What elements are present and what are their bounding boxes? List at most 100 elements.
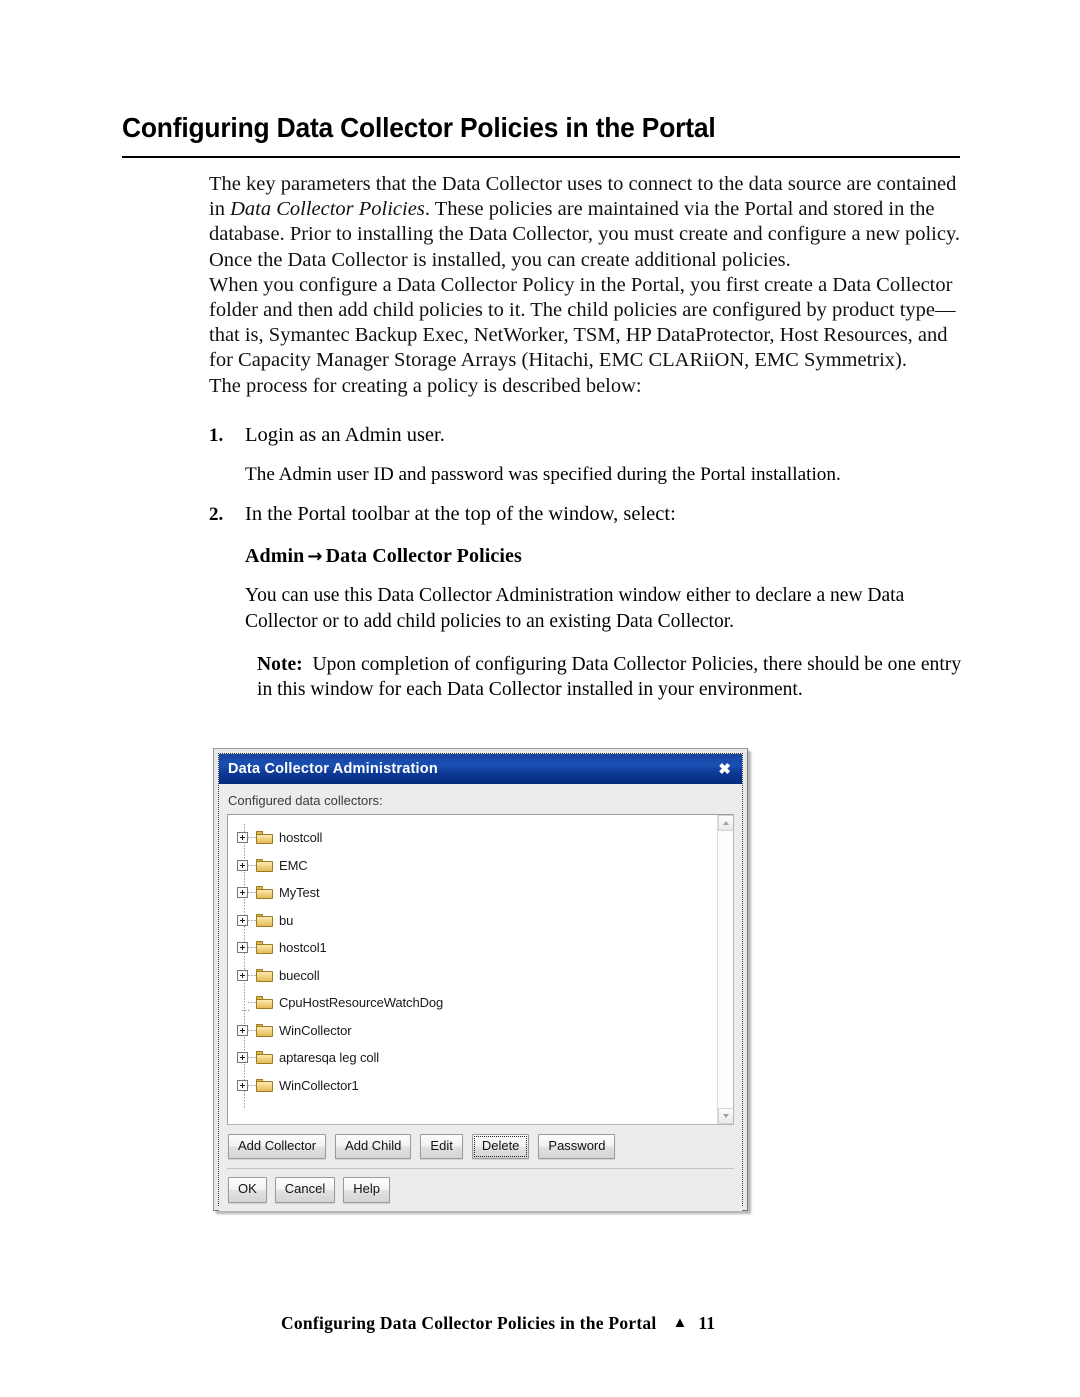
- tree-item[interactable]: bu: [237, 907, 717, 935]
- collector-actions-toolbar: Add Collector Add Child Edit Delete Pass…: [227, 1125, 734, 1160]
- password-button[interactable]: Password: [538, 1134, 616, 1160]
- folder-icon: [256, 996, 273, 1010]
- add-child-button[interactable]: Add Child: [335, 1134, 412, 1160]
- tree-item-label: WinCollector1: [279, 1077, 359, 1093]
- menu-path-second: Data Collector Policies: [325, 545, 522, 568]
- expand-toggle-icon[interactable]: [237, 1024, 248, 1036]
- menu-path-first: Admin: [245, 545, 305, 568]
- close-icon[interactable]: ✖: [714, 761, 735, 778]
- tree-item[interactable]: MyTest: [237, 879, 717, 907]
- folder-icon: [256, 913, 273, 927]
- collectors-tree-panel: hostcoll EMC MyTest bu hostcol1 buecoll …: [227, 814, 734, 1125]
- dialog-content: Configured data collectors: hostcoll EMC…: [219, 784, 742, 1211]
- dialog-titlebar: Data Collector Administration ✖: [219, 754, 742, 784]
- dialog-frame: Data Collector Administration ✖ Configur…: [218, 753, 743, 1211]
- step-text-1: Login as an Admin user.: [245, 423, 445, 446]
- data-collector-administration-dialog: Data Collector Administration ✖ Configur…: [213, 748, 748, 1211]
- configured-collectors-label: Configured data collectors:: [228, 793, 383, 808]
- folder-icon: [256, 1023, 273, 1037]
- expand-toggle-icon[interactable]: [237, 859, 248, 871]
- tree-item[interactable]: aptaresqa leg coll: [237, 1044, 717, 1072]
- step-item-2: 2. In the Portal toolbar at the top of t…: [209, 502, 969, 527]
- expand-toggle-icon[interactable]: [237, 1052, 248, 1064]
- paragraph-configure: When you configure a Data Collector Poli…: [209, 273, 956, 372]
- screenshot-figure: Data Collector Administration ✖ Configur…: [213, 748, 756, 1220]
- note-callout: Note: Upon completion of configuring Dat…: [257, 652, 969, 702]
- heading-divider: [122, 156, 960, 158]
- scroll-up-icon[interactable]: [718, 815, 733, 831]
- dialog-footer-buttons: OK Cancel Help: [227, 1168, 734, 1210]
- folder-icon: [256, 1051, 273, 1065]
- ok-button[interactable]: OK: [228, 1177, 267, 1203]
- expand-toggle-icon[interactable]: [237, 969, 248, 981]
- expand-toggle-icon[interactable]: [237, 1079, 248, 1091]
- tree-item-label: buecoll: [279, 967, 320, 983]
- folder-icon: [256, 968, 273, 982]
- note-body: Upon completion of configuring Data Coll…: [257, 653, 962, 701]
- tree-item[interactable]: hostcoll: [237, 824, 717, 852]
- step-2-detail: You can use this Data Collector Administ…: [245, 585, 905, 632]
- tree-item-label: EMC: [279, 857, 308, 873]
- folder-icon: [256, 858, 273, 872]
- tree-leaf-marker: [237, 997, 251, 1012]
- folder-icon: [256, 831, 273, 845]
- expand-toggle-icon[interactable]: [237, 832, 248, 844]
- step-item-1: 1. Login as an Admin user.: [209, 423, 969, 448]
- scrollbar-track[interactable]: [718, 831, 733, 1108]
- note-label: Note:: [257, 653, 303, 675]
- tree-item-label: MyTest: [279, 885, 320, 901]
- tree-item-label: hostcoll: [279, 830, 323, 846]
- folder-icon: [256, 941, 273, 955]
- tree-connector: [248, 1057, 256, 1059]
- tree-item[interactable]: CpuHostResourceWatchDog: [237, 989, 717, 1017]
- tree-item-label: hostcol1: [279, 940, 327, 956]
- tree-connector: [248, 1084, 256, 1086]
- folder-icon: [256, 1078, 273, 1092]
- menu-path: Admin → Data Collector Policies: [245, 545, 969, 568]
- dialog-title: Data Collector Administration: [228, 761, 438, 777]
- folder-icon: [256, 886, 273, 900]
- tree-vertical-scrollbar[interactable]: [717, 815, 733, 1124]
- paragraph-intro: The key parameters that the Data Collect…: [209, 172, 969, 273]
- step-number-2: 2.: [209, 504, 224, 526]
- steps-list: 1. Login as an Admin user. The Admin use…: [209, 423, 969, 702]
- tree-item[interactable]: EMC: [237, 852, 717, 880]
- tree-item[interactable]: WinCollector: [237, 1017, 717, 1045]
- step-number-1: 1.: [209, 424, 224, 446]
- triangle-icon: ▲: [672, 1315, 688, 1331]
- cancel-button[interactable]: Cancel: [274, 1177, 336, 1203]
- tree-connector: [248, 947, 256, 949]
- tree-item-label: aptaresqa leg coll: [279, 1050, 380, 1066]
- tree-connector: [248, 892, 256, 894]
- expand-toggle-icon[interactable]: [237, 887, 248, 899]
- page-footer: Configuring Data Collector Policies in t…: [0, 1313, 1080, 1334]
- help-button[interactable]: Help: [343, 1177, 391, 1203]
- tree-connector: [248, 919, 256, 921]
- expand-toggle-icon[interactable]: [237, 914, 248, 926]
- tree-connector: [248, 1002, 256, 1004]
- collectors-tree: hostcoll EMC MyTest bu hostcol1 buecoll …: [228, 815, 717, 1124]
- paragraph-intro-italic: Data Collector Policies: [230, 198, 425, 221]
- arrow-right-icon: →: [307, 546, 323, 568]
- edit-button[interactable]: Edit: [420, 1134, 463, 1160]
- tree-connector: [248, 1029, 256, 1031]
- tree-item-label: bu: [279, 912, 294, 928]
- tree-item[interactable]: hostcol1: [237, 934, 717, 962]
- tree-item-label: CpuHostResourceWatchDog: [279, 995, 444, 1011]
- footer-title: Configuring Data Collector Policies in t…: [281, 1313, 657, 1333]
- tree-item[interactable]: WinCollector1: [237, 1072, 717, 1100]
- document-body: The key parameters that the Data Collect…: [209, 172, 969, 702]
- tree-connector: [248, 974, 256, 976]
- scroll-down-icon[interactable]: [718, 1108, 733, 1124]
- tree-item-label: WinCollector: [279, 1022, 352, 1038]
- step-1-detail: The Admin user ID and password was speci…: [245, 464, 841, 486]
- step-text-2: In the Portal toolbar at the top of the …: [245, 503, 676, 526]
- expand-toggle-icon[interactable]: [237, 942, 248, 954]
- page-number: 11: [698, 1313, 715, 1333]
- tree-item[interactable]: buecoll: [237, 962, 717, 990]
- delete-button[interactable]: Delete: [471, 1134, 530, 1160]
- paragraph-process: The process for creating a policy is des…: [209, 374, 642, 397]
- page-title: Configuring Data Collector Policies in t…: [122, 112, 716, 143]
- add-collector-button[interactable]: Add Collector: [228, 1134, 327, 1160]
- tree-connector: [248, 864, 256, 866]
